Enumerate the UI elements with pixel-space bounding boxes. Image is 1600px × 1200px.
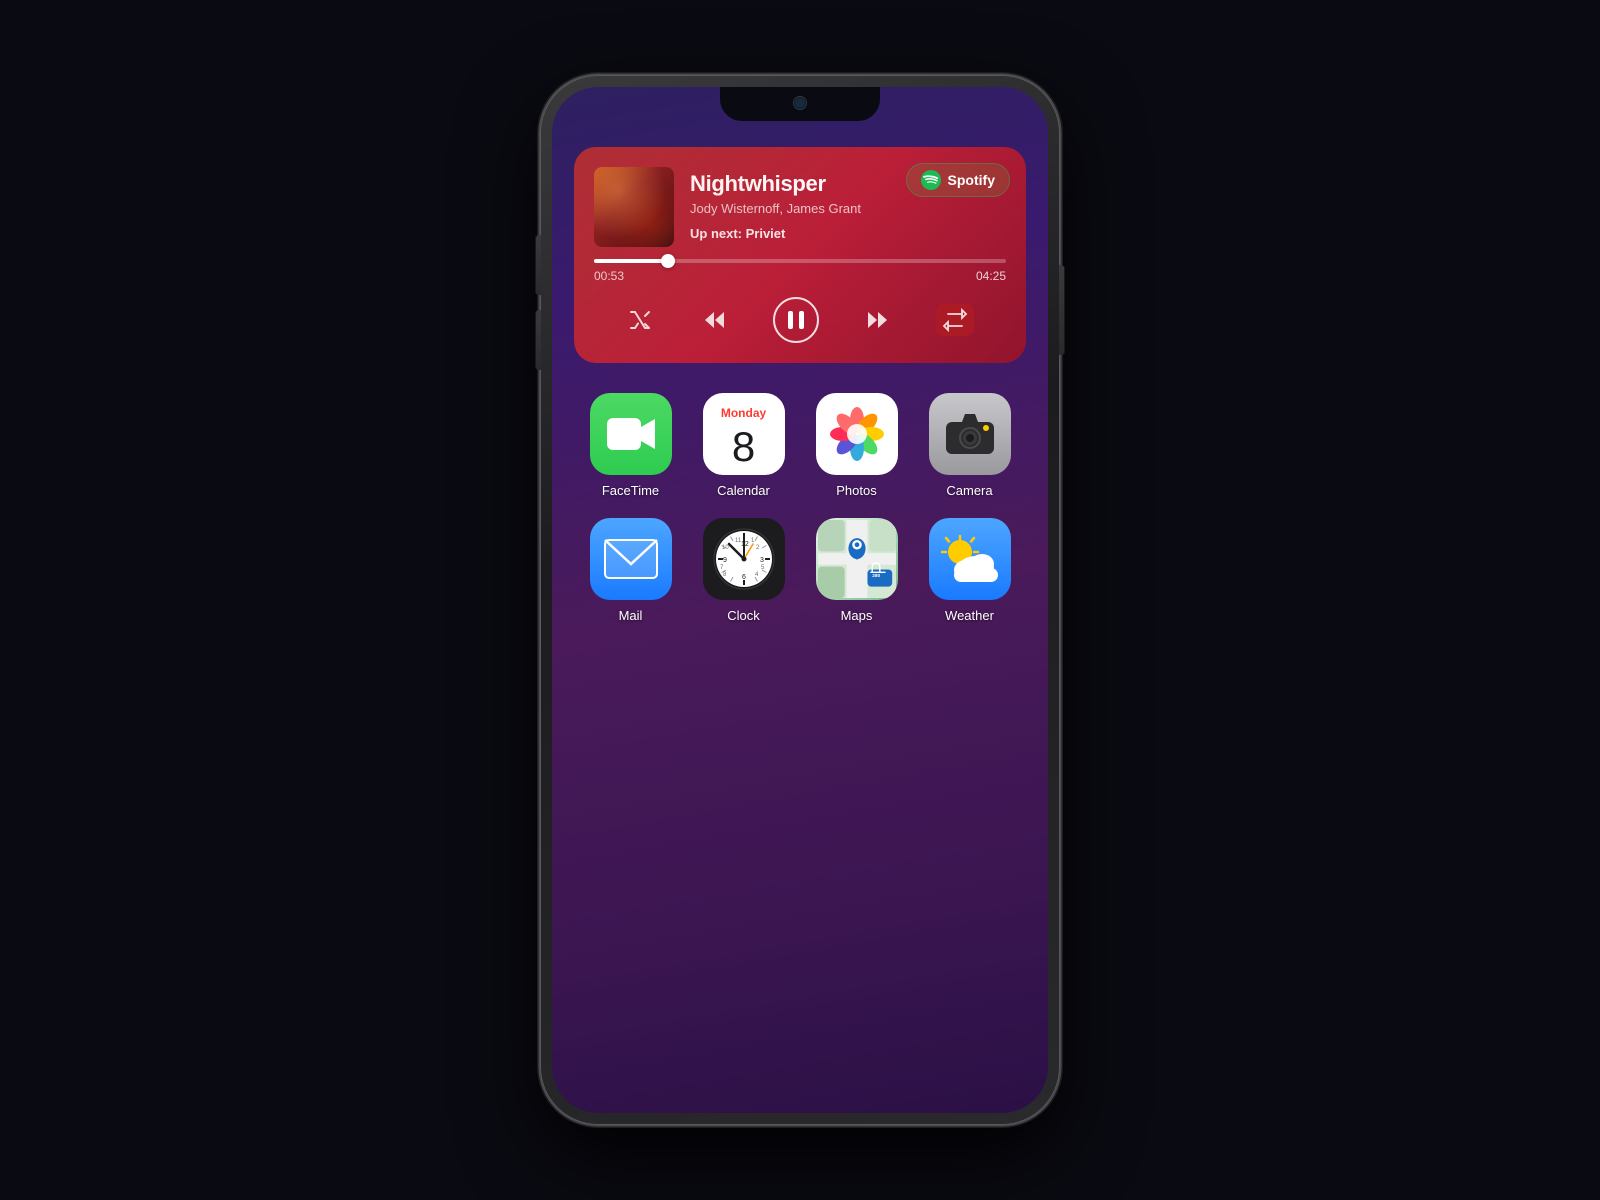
phone-frame: Spotify Nightwhisper Jody Wisternoff, Ja… (540, 75, 1060, 1125)
svg-text:9: 9 (723, 557, 727, 564)
volume-up-button[interactable] (536, 235, 541, 295)
photos-logo (827, 404, 887, 464)
track-artist: Jody Wisternoff, James Grant (690, 201, 1006, 216)
album-art (594, 167, 674, 247)
svg-text:3: 3 (760, 557, 764, 564)
camera-icon (929, 393, 1011, 475)
progress-bar-fill (594, 259, 668, 263)
spotify-label: Spotify (948, 172, 995, 188)
mail-logo (603, 538, 659, 580)
forward-button[interactable] (863, 306, 893, 334)
rewind-button[interactable] (699, 306, 729, 334)
clock-logo: 12 3 6 9 10 2 4 8 11 1 5 (711, 526, 777, 592)
up-next-label: Up next: Priviet (690, 226, 1006, 241)
clock-label: Clock (727, 608, 760, 623)
music-player-card: Spotify Nightwhisper Jody Wisternoff, Ja… (574, 147, 1026, 363)
repeat-button[interactable] (936, 304, 974, 336)
app-maps[interactable]: 280 Maps (805, 518, 908, 623)
progress-section[interactable]: 00:53 04:25 (594, 259, 1006, 283)
facetime-logo (605, 414, 657, 454)
weather-logo (940, 534, 1000, 584)
camera-label: Camera (946, 483, 992, 498)
app-photos[interactable]: Photos (805, 393, 908, 498)
album-art-texture (594, 167, 674, 247)
progress-thumb[interactable] (661, 254, 675, 268)
app-camera[interactable]: Camera (918, 393, 1021, 498)
calendar-icon: Monday 8 (703, 393, 785, 475)
calendar-day: Monday (703, 400, 785, 424)
repeat-icon (944, 310, 966, 330)
calendar-date: 8 (732, 426, 755, 468)
notch (720, 87, 880, 121)
facetime-label: FaceTime (602, 483, 659, 498)
app-weather[interactable]: Weather (918, 518, 1021, 623)
phone-screen: Spotify Nightwhisper Jody Wisternoff, Ja… (552, 87, 1048, 1113)
time-row: 00:53 04:25 (594, 269, 1006, 283)
calendar-label: Calendar (717, 483, 770, 498)
svg-text:6: 6 (742, 574, 746, 581)
photos-label: Photos (836, 483, 876, 498)
front-camera (794, 97, 806, 109)
maps-icon-container: 280 (816, 518, 898, 600)
app-grid: FaceTime Monday 8 Calendar (574, 393, 1026, 623)
volume-down-button[interactable] (536, 310, 541, 370)
pause-button[interactable] (773, 297, 819, 343)
app-calendar[interactable]: Monday 8 Calendar (692, 393, 795, 498)
svg-text:10: 10 (722, 545, 729, 551)
maps-logo: 280 (818, 520, 896, 598)
time-total: 04:25 (976, 269, 1006, 283)
weather-label: Weather (945, 608, 994, 623)
pause-icon (787, 310, 805, 330)
shuffle-icon (630, 311, 652, 329)
controls-row (594, 297, 1006, 343)
app-mail[interactable]: Mail (579, 518, 682, 623)
camera-logo (944, 412, 996, 456)
facetime-icon (590, 393, 672, 475)
mail-label: Mail (619, 608, 643, 623)
svg-text:11: 11 (735, 538, 742, 544)
shuffle-button[interactable] (626, 307, 656, 333)
forward-icon (867, 310, 889, 330)
progress-bar-track[interactable] (594, 259, 1006, 263)
spotify-icon (921, 170, 941, 190)
clock-icon: 12 3 6 9 10 2 4 8 11 1 5 (703, 518, 785, 600)
mail-icon (590, 518, 672, 600)
app-clock[interactable]: 12 3 6 9 10 2 4 8 11 1 5 (692, 518, 795, 623)
spotify-badge[interactable]: Spotify (906, 163, 1010, 197)
screen-content: Spotify Nightwhisper Jody Wisternoff, Ja… (552, 87, 1048, 1113)
photos-icon (816, 393, 898, 475)
app-facetime[interactable]: FaceTime (579, 393, 682, 498)
rewind-icon (703, 310, 725, 330)
weather-icon (929, 518, 1011, 600)
phone-device: Spotify Nightwhisper Jody Wisternoff, Ja… (540, 75, 1060, 1125)
maps-label: Maps (841, 608, 873, 623)
time-current: 00:53 (594, 269, 624, 283)
svg-text:280: 280 (872, 573, 880, 579)
power-button[interactable] (1059, 265, 1064, 355)
